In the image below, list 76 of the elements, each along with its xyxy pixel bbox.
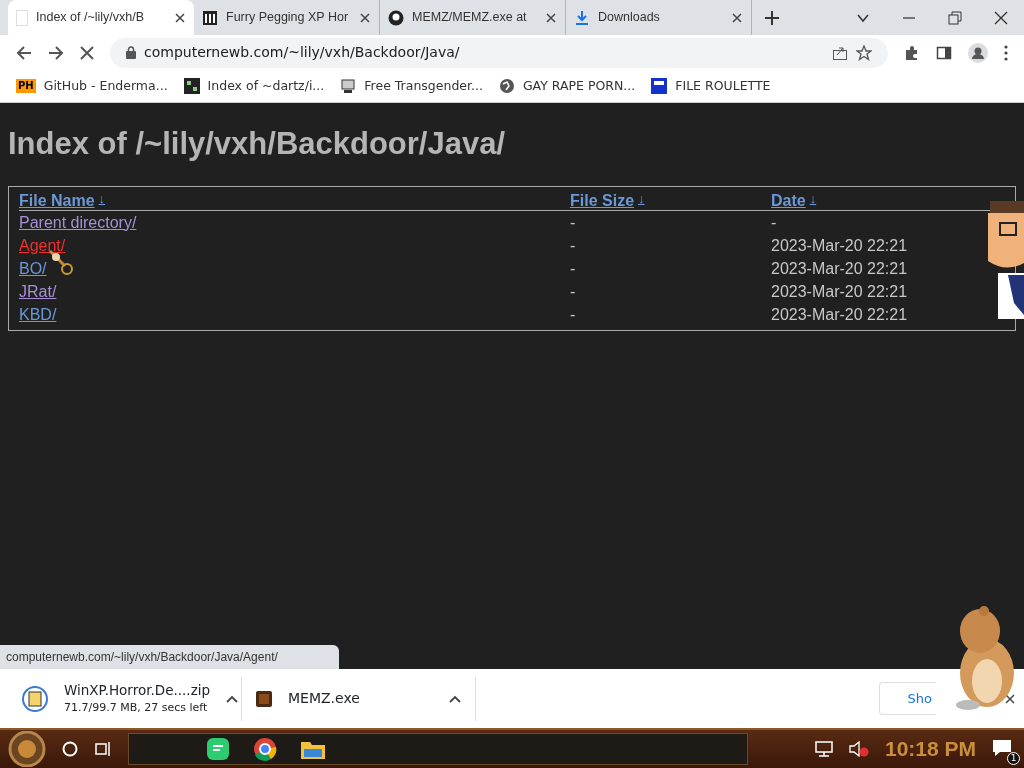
close-icon[interactable] [731,11,743,24]
date: - [771,213,777,231]
column-header-link[interactable]: File Name [19,189,95,214]
date: 2023-Mar-20 22:21 [771,259,908,277]
chat-app-icon[interactable] [207,738,229,760]
task-view-icon[interactable] [94,741,112,757]
download-filename: MEMZ.exe [288,689,361,708]
clock[interactable]: 10:18 PM [884,733,976,765]
message-icon [992,738,1012,757]
date: 2023-Mar-20 22:21 [771,236,908,254]
application-icon [256,690,272,707]
grid-icon [183,78,200,94]
side-panel-icon[interactable] [936,44,952,61]
column-header-link[interactable]: Date [771,189,806,214]
directory-link[interactable]: Parent directory/ [19,213,137,231]
start-button-icon[interactable] [8,731,46,767]
browser-tab[interactable]: Index of /~lily/vxh/B [8,0,194,35]
chevron-up-icon[interactable] [449,694,461,703]
search-circle-icon[interactable] [62,741,78,757]
download-filename: WinXP.Horror.De....zip [64,681,211,701]
directory-link[interactable]: Agent/ [19,236,66,254]
sort-icon[interactable]: ↓ [98,189,106,209]
file-size: - [570,305,576,323]
network-icon[interactable] [814,741,833,757]
bookmark[interactable]: Free Transgender... [340,76,483,96]
directory-link[interactable]: BO/ [19,259,47,277]
page-title: Index of /~lily/vxh/Backdoor/Java/ [8,125,507,163]
sort-icon[interactable]: ↓ [809,189,817,209]
sort-icon[interactable]: ↓ [638,189,645,209]
download-item[interactable]: WinXP.Horror.De....zip 71.7/99.7 MB, 27 secs left [8,676,242,721]
file-size: - [570,259,576,277]
bookmark[interactable]: FILE ROULETTE [651,76,771,96]
date: 2023-Mar-20 22:21 [771,282,908,300]
chevron-up-icon[interactable] [226,694,239,703]
volume-muted-icon[interactable] [848,741,869,757]
browser-icon[interactable] [253,737,277,761]
download-icon [574,9,590,26]
date: 2023-Mar-20 22:21 [771,305,908,323]
computer-icon [340,78,357,94]
bookmark[interactable]: PH GitHub - Enderma... [16,76,168,96]
flag-icon [651,78,668,94]
building-icon [202,9,218,26]
status-url: computernewb.com/~lily/vxh/Backdoor/Java/Agent/ [0,645,339,669]
download-item[interactable]: MEMZ.exe [242,676,476,721]
close-icon[interactable] [174,11,186,24]
close-icon[interactable] [545,11,557,24]
back-icon[interactable] [16,44,32,61]
file-size: - [570,213,576,231]
bookmark-icon: PH [16,79,36,93]
folder-icon[interactable] [301,739,325,759]
forward-icon[interactable] [48,44,64,61]
page-icon [16,9,28,26]
share-icon[interactable] [832,44,848,61]
archive-icon [22,685,48,712]
lock-icon [126,46,136,59]
file-size: - [570,236,576,254]
close-icon[interactable] [994,10,1008,25]
show-all-button[interactable]: Sho [878,681,936,716]
bookmark[interactable]: GAY RAPE PORN... [498,76,636,96]
notification-count: 1 [1007,752,1020,765]
restore-icon[interactable] [948,10,962,25]
star-icon[interactable] [856,44,872,61]
globe-icon [498,78,515,94]
file-size: - [570,282,576,300]
puzzle-icon[interactable] [904,44,920,61]
stop-icon[interactable] [80,45,94,60]
new-tab-icon[interactable] [764,10,780,26]
bookmark[interactable]: Index of ~dartz/i... [183,76,325,96]
profile-icon[interactable] [968,42,988,63]
directory-link[interactable]: JRat/ [19,282,57,300]
column-header-link[interactable]: File Size [570,189,635,214]
directory-link[interactable]: KBD/ [19,305,57,323]
menu-icon[interactable] [1004,44,1008,61]
close-icon[interactable] [1004,692,1016,705]
close-icon[interactable] [359,11,371,24]
download-status: 71.7/99.7 MB, 27 secs left [64,700,209,717]
